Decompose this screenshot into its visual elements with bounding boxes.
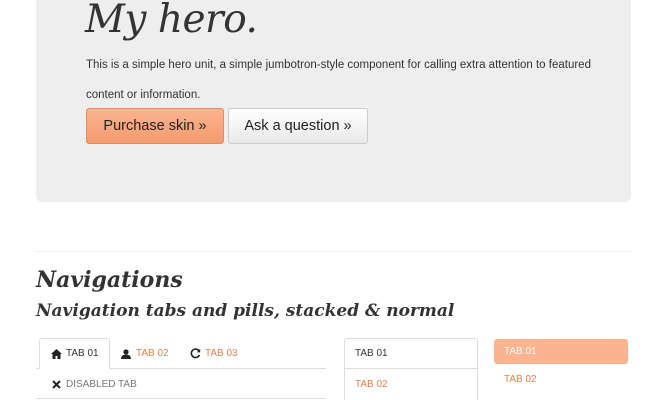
stacked-tab-01[interactable]: TAB 01: [345, 339, 477, 369]
tab-01-label: TAB 01: [66, 348, 99, 359]
stacked-tab-02[interactable]: TAB 02: [345, 369, 477, 399]
hero-text: This is a simple hero unit, a simple jum…: [86, 59, 591, 101]
tabs-bottom-border: [36, 398, 326, 399]
pill-tab-02[interactable]: TAB 02: [494, 367, 628, 392]
user-icon: [120, 348, 132, 359]
tab-02-label: TAB 02: [136, 348, 169, 359]
navigations-title: Navigations: [36, 267, 183, 293]
disabled-tab-label: DISABLED TAB: [66, 378, 137, 390]
stacked-pills: TAB 01 TAB 02: [494, 339, 628, 400]
purchase-skin-button[interactable]: Purchase skin »: [86, 108, 224, 144]
tab-02[interactable]: TAB 02: [120, 338, 169, 369]
tab-03-label: TAB 03: [205, 348, 238, 359]
ask-question-button[interactable]: Ask a question »: [228, 108, 368, 144]
hero-unit: My hero. This is a simple hero unit, a s…: [36, 0, 631, 202]
hero-title: My hero.: [85, 0, 258, 42]
section-divider: [36, 251, 631, 252]
tab-03[interactable]: TAB 03: [189, 338, 238, 369]
refresh-icon: [189, 348, 201, 359]
stacked-tabs: TAB 01 TAB 02: [344, 338, 478, 400]
nav-tabs: TAB 01 TAB 02 TAB 03 DISABLED TAB: [36, 338, 326, 400]
navigations-subtitle: Navigation tabs and pills, stacked & nor…: [36, 301, 455, 321]
home-icon: [50, 348, 62, 359]
close-icon: [50, 379, 62, 389]
pill-tab-01[interactable]: TAB 01: [494, 339, 628, 364]
disabled-tab: DISABLED TAB: [50, 376, 137, 392]
tab-01[interactable]: TAB 01: [39, 338, 110, 369]
